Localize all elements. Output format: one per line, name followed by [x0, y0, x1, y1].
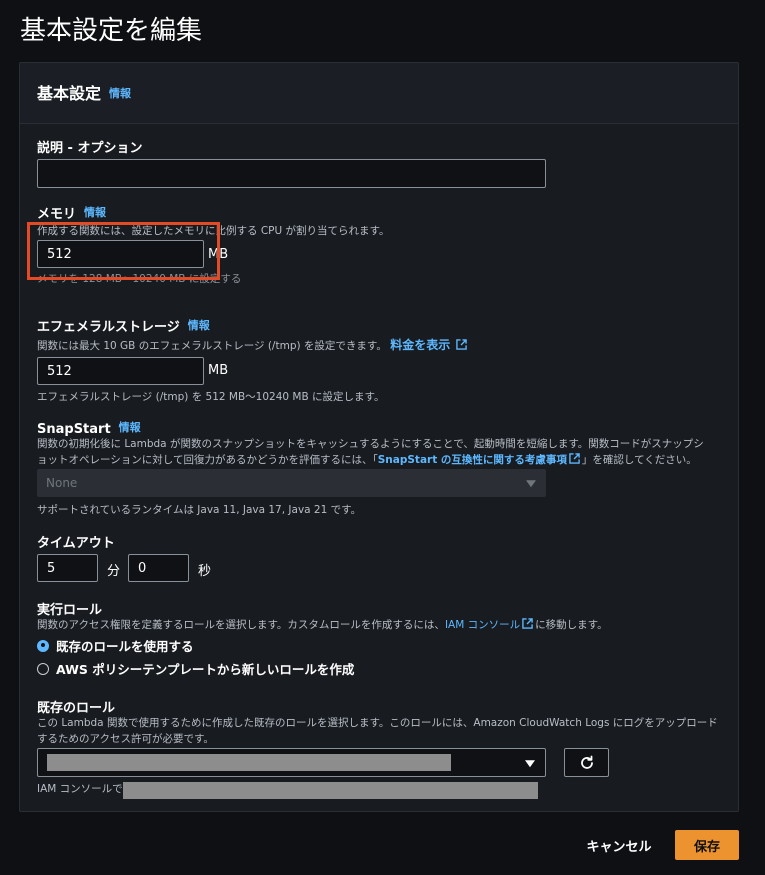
- ephemeral-unit: MB: [208, 363, 229, 378]
- snapstart-label: SnapStart 情報: [37, 419, 141, 437]
- radio-label: AWS ポリシーテンプレートから新しいロールを作成: [56, 662, 355, 677]
- existing-role-footer: IAM コンソールで: [37, 783, 123, 795]
- radio-use-existing-role[interactable]: 既存のロールを使用する: [37, 636, 194, 655]
- existing-role-desc-line2: するためのアクセス許可が必要です。: [37, 733, 214, 745]
- snapstart-select[interactable]: None: [37, 469, 546, 497]
- ephemeral-label-text: エフェメラルストレージ: [37, 320, 180, 335]
- external-link-icon: [569, 453, 580, 464]
- iam-console-link[interactable]: IAM コンソール: [445, 619, 520, 631]
- timeout-minutes-unit: 分: [107, 564, 121, 579]
- refresh-icon: [580, 755, 593, 769]
- ephemeral-desc-text: 関数には最大 10 GB のエフェメラルストレージ (/tmp) を設定できます…: [37, 340, 387, 352]
- radio-checked-icon[interactable]: [37, 639, 49, 652]
- external-link-icon: [522, 618, 533, 629]
- memory-label: メモリ 情報: [37, 203, 106, 222]
- ephemeral-input[interactable]: 512: [37, 357, 204, 385]
- snapstart-label-text: SnapStart: [37, 422, 111, 437]
- timeout-seconds-input[interactable]: 0: [128, 554, 189, 582]
- save-button[interactable]: 保存: [675, 830, 739, 860]
- description-label: 説明 - オプション: [37, 141, 143, 156]
- caret-down-icon: [525, 759, 535, 767]
- radio-create-from-template[interactable]: AWS ポリシーテンプレートから新しいロールを作成: [37, 659, 354, 678]
- external-link-icon: [455, 339, 467, 350]
- memory-info-link[interactable]: 情報: [84, 206, 106, 219]
- snapstart-runtimes: サポートされているランタイムは Java 11, Java 17, Java 2…: [37, 504, 362, 516]
- timeout-minutes-input[interactable]: 5: [37, 554, 98, 582]
- page-title: 基本設定を編集: [20, 16, 203, 46]
- panel-header: 基本設定 情報: [20, 63, 738, 124]
- memory-highlight-box: [27, 222, 220, 280]
- snapstart-select-value: None: [46, 476, 78, 490]
- pricing-link[interactable]: 料金を表示: [390, 338, 450, 352]
- cancel-button[interactable]: キャンセル: [579, 830, 659, 860]
- snapstart-compat-link[interactable]: SnapStart の互換性に関する考慮事項: [378, 454, 567, 466]
- ephemeral-hint: エフェメラルストレージ (/tmp) を 512 MB～10240 MB に設定…: [37, 391, 385, 403]
- redacted-footer-link: [123, 782, 538, 799]
- exec-role-desc-prefix: 関数のアクセス権限を定義するロールを選択します。カスタムロールを作成するには、: [37, 619, 445, 631]
- radio-unchecked-icon[interactable]: [37, 662, 49, 675]
- ephemeral-info-link[interactable]: 情報: [188, 319, 210, 332]
- ephemeral-label: エフェメラルストレージ 情報: [37, 316, 210, 335]
- redacted-role-name: [47, 754, 451, 771]
- description-input[interactable]: [37, 159, 546, 188]
- snapstart-desc-suffix: 」を確認してください。: [581, 454, 697, 466]
- snapstart-desc-prefix: ョットオペレーションに対して回復力があるかどうかを評価するには、「: [37, 454, 378, 466]
- caret-down-icon: [526, 480, 536, 488]
- existing-role-select[interactable]: [37, 748, 546, 777]
- exec-role-desc: 関数のアクセス権限を定義するロールを選択します。カスタムロールを作成するには、I…: [37, 617, 608, 632]
- refresh-button[interactable]: [564, 748, 609, 777]
- panel-title-text: 基本設定: [37, 84, 102, 103]
- exec-role-desc-suffix: に移動します。: [535, 619, 608, 631]
- ephemeral-desc: 関数には最大 10 GB のエフェメラルストレージ (/tmp) を設定できます…: [37, 336, 469, 353]
- existing-role-desc-line1: この Lambda 関数で使用するために作成した既存のロールを選択します。このロ…: [37, 717, 718, 729]
- snapstart-desc-line2: ョットオペレーションに対して回復力があるかどうかを評価するには、「SnapSta…: [37, 452, 697, 467]
- panel-info-link[interactable]: 情報: [109, 87, 131, 100]
- exec-role-label: 実行ロール: [37, 603, 103, 618]
- timeout-label: タイムアウト: [37, 536, 115, 551]
- snapstart-desc-line1: 関数の初期化後に Lambda が関数のスナップショットをキャッシュするようにす…: [37, 438, 704, 450]
- timeout-seconds-unit: 秒: [198, 564, 212, 579]
- snapstart-info-link[interactable]: 情報: [119, 421, 141, 434]
- existing-role-label: 既存のロール: [37, 701, 116, 716]
- panel-title: 基本設定 情報: [37, 80, 131, 104]
- memory-label-text: メモリ: [37, 207, 77, 222]
- radio-label: 既存のロールを使用する: [56, 639, 194, 654]
